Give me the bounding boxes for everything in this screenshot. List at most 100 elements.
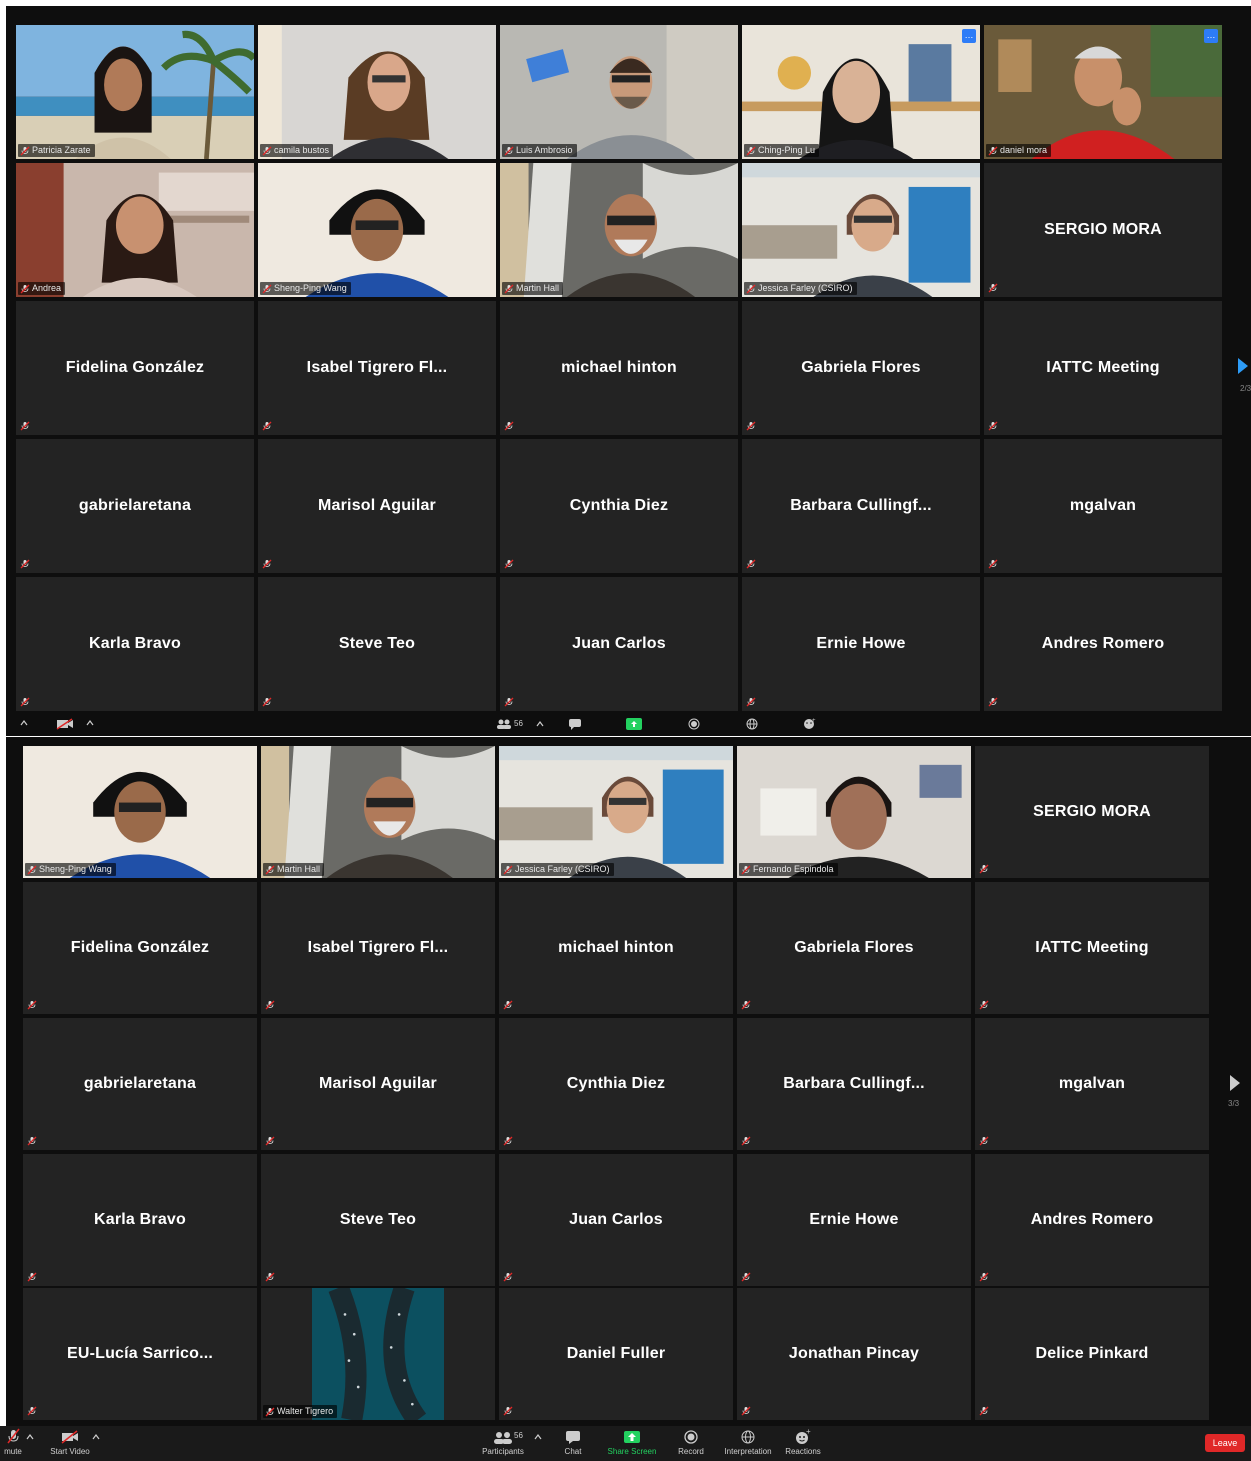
video-tile[interactable]: daniel mora… bbox=[984, 25, 1222, 159]
participant-tile[interactable]: Gabriela Flores bbox=[737, 882, 971, 1014]
participant-tile[interactable]: SERGIO MORA bbox=[975, 746, 1209, 878]
microphone-muted-icon bbox=[503, 1406, 513, 1416]
video-tile[interactable]: Walter Tigrero bbox=[261, 1288, 495, 1420]
participant-tile[interactable]: gabrielaretana bbox=[16, 439, 254, 573]
participant-tile[interactable]: Fidelina González bbox=[23, 882, 257, 1014]
reactions-icon[interactable]: + bbox=[803, 717, 817, 730]
participant-tile[interactable]: Marisol Aguilar bbox=[258, 439, 496, 573]
participant-tile[interactable]: Juan Carlos bbox=[500, 577, 738, 711]
participant-tile[interactable]: IATTC Meeting bbox=[975, 882, 1209, 1014]
microphone-muted-icon bbox=[741, 865, 751, 875]
participant-name-tag: Fernando Espindola bbox=[739, 863, 838, 876]
more-options-button[interactable]: … bbox=[1204, 29, 1218, 43]
video-tile[interactable]: Luis Ambrosio bbox=[500, 25, 738, 159]
record-icon[interactable] bbox=[688, 718, 700, 730]
reactions-button[interactable]: + Reactions bbox=[782, 1428, 824, 1456]
participant-tile[interactable]: Fidelina González bbox=[16, 301, 254, 435]
participant-name: Andres Romero bbox=[1030, 1211, 1154, 1228]
next-page-arrow[interactable] bbox=[1238, 358, 1248, 374]
microphone-muted-icon bbox=[265, 1407, 275, 1417]
microphone-muted-icon bbox=[979, 1272, 989, 1282]
participant-tile[interactable]: Cynthia Diez bbox=[500, 439, 738, 573]
chevron-up-icon[interactable] bbox=[536, 721, 544, 727]
reactions-label: Reactions bbox=[785, 1447, 821, 1456]
video-tile[interactable]: Andrea bbox=[16, 163, 254, 297]
participant-tile[interactable]: Barbara Cullingf... bbox=[737, 1018, 971, 1150]
chat-icon[interactable] bbox=[568, 718, 582, 730]
participant-tile[interactable]: Karla Bravo bbox=[16, 577, 254, 711]
video-tile[interactable]: Sheng-Ping Wang bbox=[23, 746, 257, 878]
video-tile[interactable]: Fernando Espindola bbox=[737, 746, 971, 878]
video-tile[interactable]: Jessica Farley (CSIRO) bbox=[742, 163, 980, 297]
participant-tile[interactable]: mgalvan bbox=[975, 1018, 1209, 1150]
chat-label: Chat bbox=[564, 1447, 582, 1456]
participant-tile[interactable]: Steve Teo bbox=[258, 577, 496, 711]
participant-name: Fidelina González bbox=[65, 359, 205, 376]
participant-tile[interactable]: Barbara Cullingf... bbox=[742, 439, 980, 573]
participant-tile[interactable]: Gabriela Flores bbox=[742, 301, 980, 435]
unmute-button[interactable]: mute bbox=[0, 1428, 26, 1456]
video-tile[interactable]: Patricia Zarate bbox=[16, 25, 254, 159]
participant-tile[interactable]: Delice Pinkard bbox=[975, 1288, 1209, 1420]
chevron-up-icon[interactable] bbox=[86, 720, 94, 726]
more-options-button[interactable]: … bbox=[962, 29, 976, 43]
participant-tile[interactable]: Isabel Tigrero Fl... bbox=[258, 301, 496, 435]
video-tile[interactable]: Sheng-Ping Wang bbox=[258, 163, 496, 297]
microphone-muted-icon bbox=[503, 1272, 513, 1282]
video-off-icon bbox=[61, 1430, 78, 1444]
participant-tile[interactable]: SERGIO MORA bbox=[984, 163, 1222, 297]
participant-tile[interactable]: Jonathan Pincay bbox=[737, 1288, 971, 1420]
video-off-icon[interactable] bbox=[56, 718, 74, 730]
participant-tile[interactable]: Isabel Tigrero Fl... bbox=[261, 882, 495, 1014]
record-label: Record bbox=[678, 1447, 704, 1456]
globe-icon[interactable] bbox=[746, 718, 758, 730]
participant-tile[interactable]: Andres Romero bbox=[984, 577, 1222, 711]
chevron-up-icon[interactable] bbox=[534, 1434, 542, 1440]
participant-name-tag: Patricia Zarate bbox=[18, 144, 95, 157]
leave-button[interactable]: Leave bbox=[1205, 1434, 1245, 1452]
record-button[interactable]: Record bbox=[674, 1428, 708, 1456]
video-tile[interactable]: Ching-Ping Lu… bbox=[742, 25, 980, 159]
video-feed bbox=[258, 163, 496, 297]
video-tile[interactable]: Jessica Farley (CSIRO) bbox=[499, 746, 733, 878]
microphone-muted-icon bbox=[20, 284, 30, 294]
start-video-button[interactable]: Start Video bbox=[48, 1428, 92, 1456]
video-tile[interactable]: Martin Hall bbox=[500, 163, 738, 297]
participant-tile[interactable]: michael hinton bbox=[499, 882, 733, 1014]
chevron-up-icon[interactable] bbox=[92, 1434, 100, 1440]
participant-name: SERGIO MORA bbox=[1033, 803, 1151, 820]
video-tile[interactable]: Martin Hall bbox=[261, 746, 495, 878]
participant-name-tag: Martin Hall bbox=[502, 282, 564, 295]
participant-tile[interactable]: Ernie Howe bbox=[742, 577, 980, 711]
participant-tile[interactable]: Marisol Aguilar bbox=[261, 1018, 495, 1150]
globe-icon bbox=[741, 1430, 755, 1444]
participant-tile[interactable]: IATTC Meeting bbox=[984, 301, 1222, 435]
share-screen-icon[interactable] bbox=[626, 718, 642, 730]
participant-tile[interactable]: michael hinton bbox=[500, 301, 738, 435]
participant-tile[interactable]: Cynthia Diez bbox=[499, 1018, 733, 1150]
chevron-up-icon[interactable] bbox=[26, 1434, 34, 1440]
share-screen-button[interactable]: Share Screen bbox=[605, 1428, 659, 1456]
microphone-muted-icon bbox=[503, 865, 513, 875]
microphone-muted-icon bbox=[20, 697, 30, 707]
chevron-up-icon[interactable] bbox=[20, 720, 28, 726]
interpretation-button[interactable]: Interpretation bbox=[720, 1428, 776, 1456]
participant-tile[interactable]: Andres Romero bbox=[975, 1154, 1209, 1286]
participants-icon[interactable] bbox=[496, 719, 512, 729]
chat-button[interactable]: Chat bbox=[558, 1428, 588, 1456]
participant-tile[interactable]: Ernie Howe bbox=[737, 1154, 971, 1286]
participant-tile[interactable]: mgalvan bbox=[984, 439, 1222, 573]
microphone-muted-icon bbox=[262, 284, 272, 294]
participant-tile[interactable]: EU-Lucía Sarrico... bbox=[23, 1288, 257, 1420]
video-tile[interactable]: camila bustos bbox=[258, 25, 496, 159]
participant-tile[interactable]: Juan Carlos bbox=[499, 1154, 733, 1286]
unmute-label: mute bbox=[4, 1447, 22, 1456]
gallery-view-page-2: Patricia Zarate camila bustos Luis Ambrosi… bbox=[6, 6, 1251, 736]
participant-tile[interactable]: Daniel Fuller bbox=[499, 1288, 733, 1420]
participant-tile[interactable]: Steve Teo bbox=[261, 1154, 495, 1286]
microphone-muted-icon bbox=[27, 1000, 37, 1010]
next-page-arrow[interactable] bbox=[1230, 1075, 1240, 1091]
participant-tile[interactable]: gabrielaretana bbox=[23, 1018, 257, 1150]
participant-tile[interactable]: Karla Bravo bbox=[23, 1154, 257, 1286]
microphone-muted-icon bbox=[27, 1406, 37, 1416]
